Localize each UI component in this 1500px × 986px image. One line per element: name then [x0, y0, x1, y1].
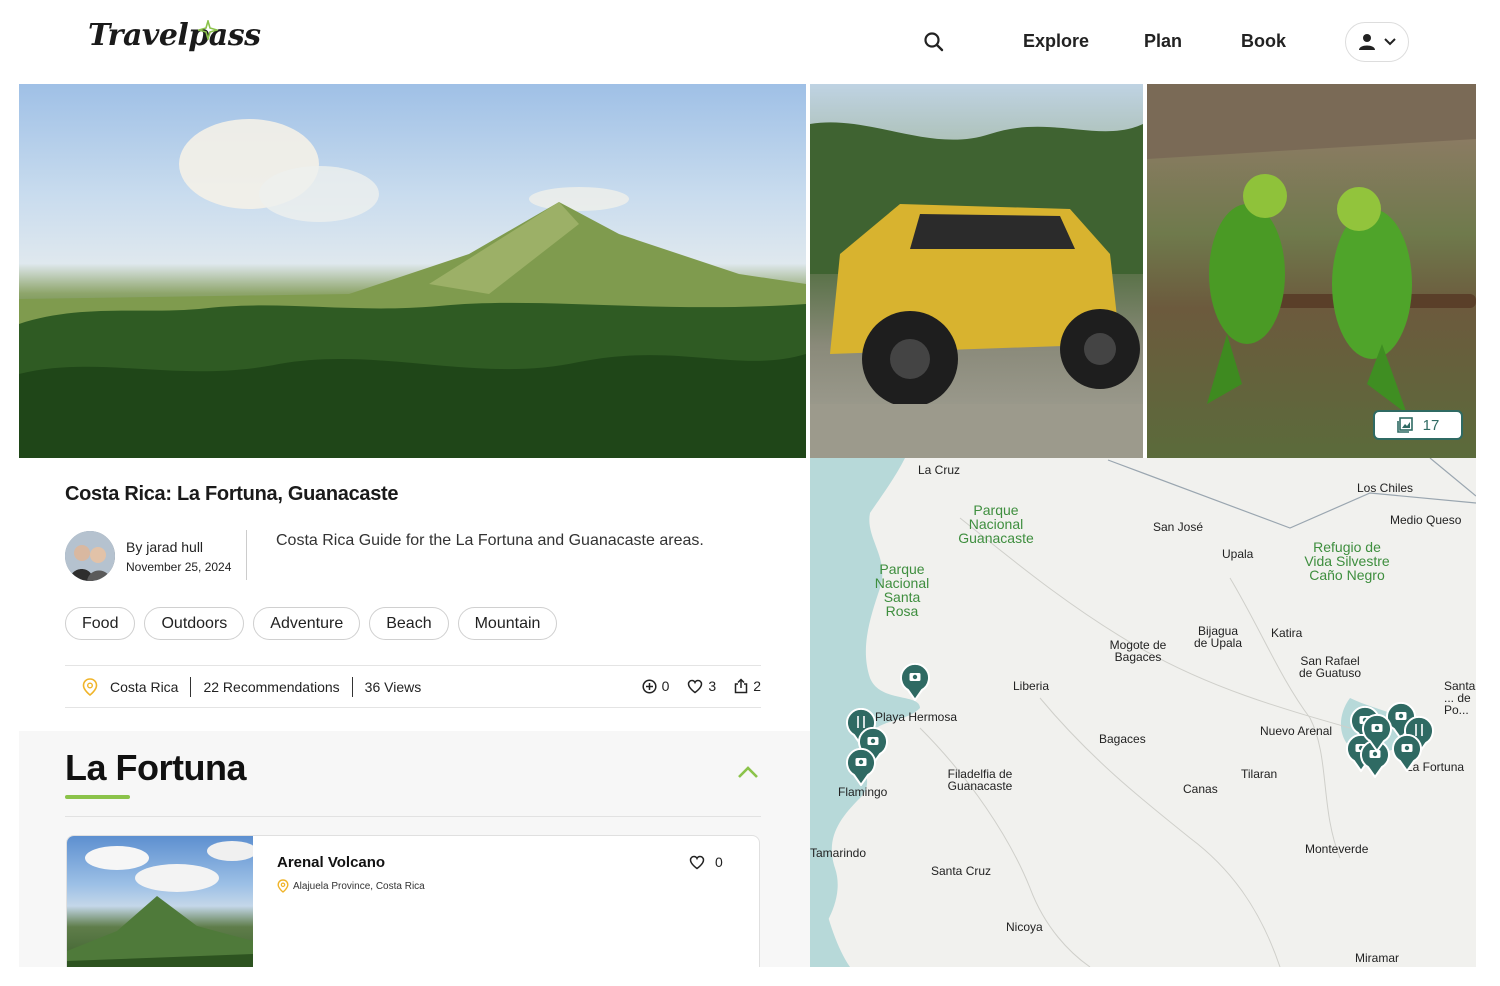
- add-to-trip-button[interactable]: 0: [642, 678, 670, 694]
- map-label: Liberia: [1013, 679, 1050, 693]
- map-pin-photo[interactable]: [900, 663, 930, 701]
- share-icon: [734, 678, 748, 694]
- map-label: Tamarindo: [810, 846, 867, 860]
- map-label: Nuevo Arenal: [1260, 724, 1333, 738]
- card-image: [67, 836, 257, 974]
- view-all-photos-button[interactable]: 17: [1373, 410, 1463, 440]
- section-la-fortuna: La Fortuna Arenal Volcano Alajuela Provi…: [19, 731, 810, 975]
- nav-explore[interactable]: Explore: [1023, 31, 1089, 52]
- arenal-volcano-image: [67, 841, 257, 974]
- nav-book[interactable]: Book: [1241, 31, 1286, 52]
- divider: [351, 676, 353, 697]
- section-title: La Fortuna: [65, 747, 247, 788]
- map-park-label: Parque Nacional Guanacaste: [958, 502, 1034, 546]
- divider: [190, 676, 192, 697]
- map-label: Filadelfia de Guanacaste: [947, 767, 1013, 793]
- map-label: Los Chiles: [1357, 481, 1414, 495]
- location-pin-icon: [277, 879, 289, 893]
- tag-food[interactable]: Food: [65, 607, 136, 640]
- map-label: Bijagua de Upala: [1193, 624, 1243, 650]
- map-label: Playa Hermosa: [875, 710, 958, 724]
- card-like-button[interactable]: 0: [689, 854, 723, 870]
- recommendation-card[interactable]: Arenal Volcano Alajuela Province, Costa …: [66, 835, 760, 975]
- views-count: 36 Views: [364, 678, 422, 695]
- tag-outdoors[interactable]: Outdoors: [144, 607, 245, 640]
- user-icon: [1359, 34, 1375, 50]
- tag-adventure[interactable]: Adventure: [253, 607, 361, 640]
- tag-mountain[interactable]: Mountain: [457, 607, 558, 640]
- nav-plan[interactable]: Plan: [1144, 31, 1182, 52]
- map-label: Monteverde: [1305, 842, 1369, 856]
- hero-photo-jeep[interactable]: [810, 84, 1143, 458]
- location-pin-icon: [82, 677, 98, 696]
- map-pin-photo[interactable]: [1392, 734, 1422, 772]
- search-icon[interactable]: [922, 30, 946, 54]
- map-label: Flamingo: [838, 785, 888, 799]
- tag-beach[interactable]: Beach: [369, 607, 449, 640]
- guide-map[interactable]: La Cruz Los Chiles Medio Queso San José …: [810, 458, 1476, 967]
- map-label: Mogote de Bagaces: [1109, 638, 1167, 664]
- map-label: Medio Queso: [1390, 513, 1462, 527]
- map-label: Nicoya: [1006, 920, 1043, 934]
- share-count: 2: [753, 678, 761, 694]
- card-like-count: 0: [715, 854, 723, 870]
- divider: [246, 530, 247, 580]
- author-name[interactable]: By jarad hull: [126, 539, 203, 555]
- guide-title: Costa Rica: La Fortuna, Guanacaste: [65, 483, 399, 505]
- card-location-text: Alajuela Province, Costa Rica: [293, 880, 425, 892]
- card-title[interactable]: Arenal Volcano: [277, 854, 385, 871]
- guide-stats-row: Costa Rica 22 Recommendations 36 Views 0…: [65, 665, 761, 708]
- gallery-icon: [1396, 417, 1413, 433]
- map-park-label: Refugio de Vida Silvestre Caño Negro: [1304, 539, 1390, 583]
- guide-location: Costa Rica: [110, 678, 179, 695]
- map-label: Tilaran: [1241, 767, 1278, 781]
- divider: [65, 816, 761, 817]
- map-park-label: Parque Nacional Santa Rosa: [874, 561, 930, 619]
- map-label: La Cruz: [918, 463, 961, 477]
- plus-circle-icon: [642, 678, 657, 694]
- map-label: Canas: [1183, 782, 1218, 796]
- sparkle-icon: [198, 20, 218, 40]
- map-label: Upala: [1222, 547, 1254, 561]
- author-avatar[interactable]: [65, 531, 115, 581]
- map-pin-photo[interactable]: [846, 748, 876, 786]
- parrots-image: [1147, 84, 1476, 414]
- tag-list: Food Outdoors Adventure Beach Mountain: [65, 607, 558, 640]
- heart-icon: [688, 679, 703, 693]
- hero-photo-volcano[interactable]: [19, 84, 806, 458]
- recommendations-count: 22 Recommendations: [203, 678, 340, 695]
- photo-count-label: 17: [1422, 416, 1440, 434]
- map-label: Santa ... de Po...: [1444, 679, 1476, 717]
- like-button[interactable]: 3: [687, 678, 716, 694]
- publish-date: November 25, 2024: [126, 560, 232, 574]
- heart-icon: [689, 855, 705, 869]
- chevron-down-icon: [1384, 38, 1396, 46]
- like-count: 3: [708, 678, 717, 694]
- jeep-image: [810, 122, 1143, 458]
- volcano-image: [19, 119, 806, 458]
- map-label: Santa Cruz: [931, 864, 992, 878]
- section-underline: [65, 795, 130, 799]
- map-label: Bagaces: [1099, 732, 1146, 746]
- travelpass-logo[interactable]: Travelpass: [88, 18, 261, 53]
- map-label: San José: [1153, 520, 1204, 534]
- map-label: San Rafael de Guatuso: [1298, 654, 1362, 680]
- add-count: 0: [661, 678, 670, 694]
- map-pin-photo[interactable]: [1362, 714, 1392, 752]
- avatar-image: [65, 531, 115, 581]
- guide-actions: 0 3 2: [642, 678, 761, 694]
- user-menu-button[interactable]: [1345, 22, 1409, 62]
- card-location: Alajuela Province, Costa Rica: [277, 879, 425, 893]
- map-label: Katira: [1271, 626, 1303, 640]
- share-button[interactable]: 2: [734, 678, 761, 694]
- page-bottom: [0, 967, 1500, 986]
- chevron-up-icon[interactable]: [737, 765, 759, 779]
- hero-photo-parrots[interactable]: [1147, 84, 1476, 458]
- map-label: Miramar: [1355, 951, 1399, 965]
- site-header: Travelpass Explore Plan Book: [0, 0, 1500, 84]
- guide-description: Costa Rica Guide for the La Fortuna and …: [276, 532, 704, 549]
